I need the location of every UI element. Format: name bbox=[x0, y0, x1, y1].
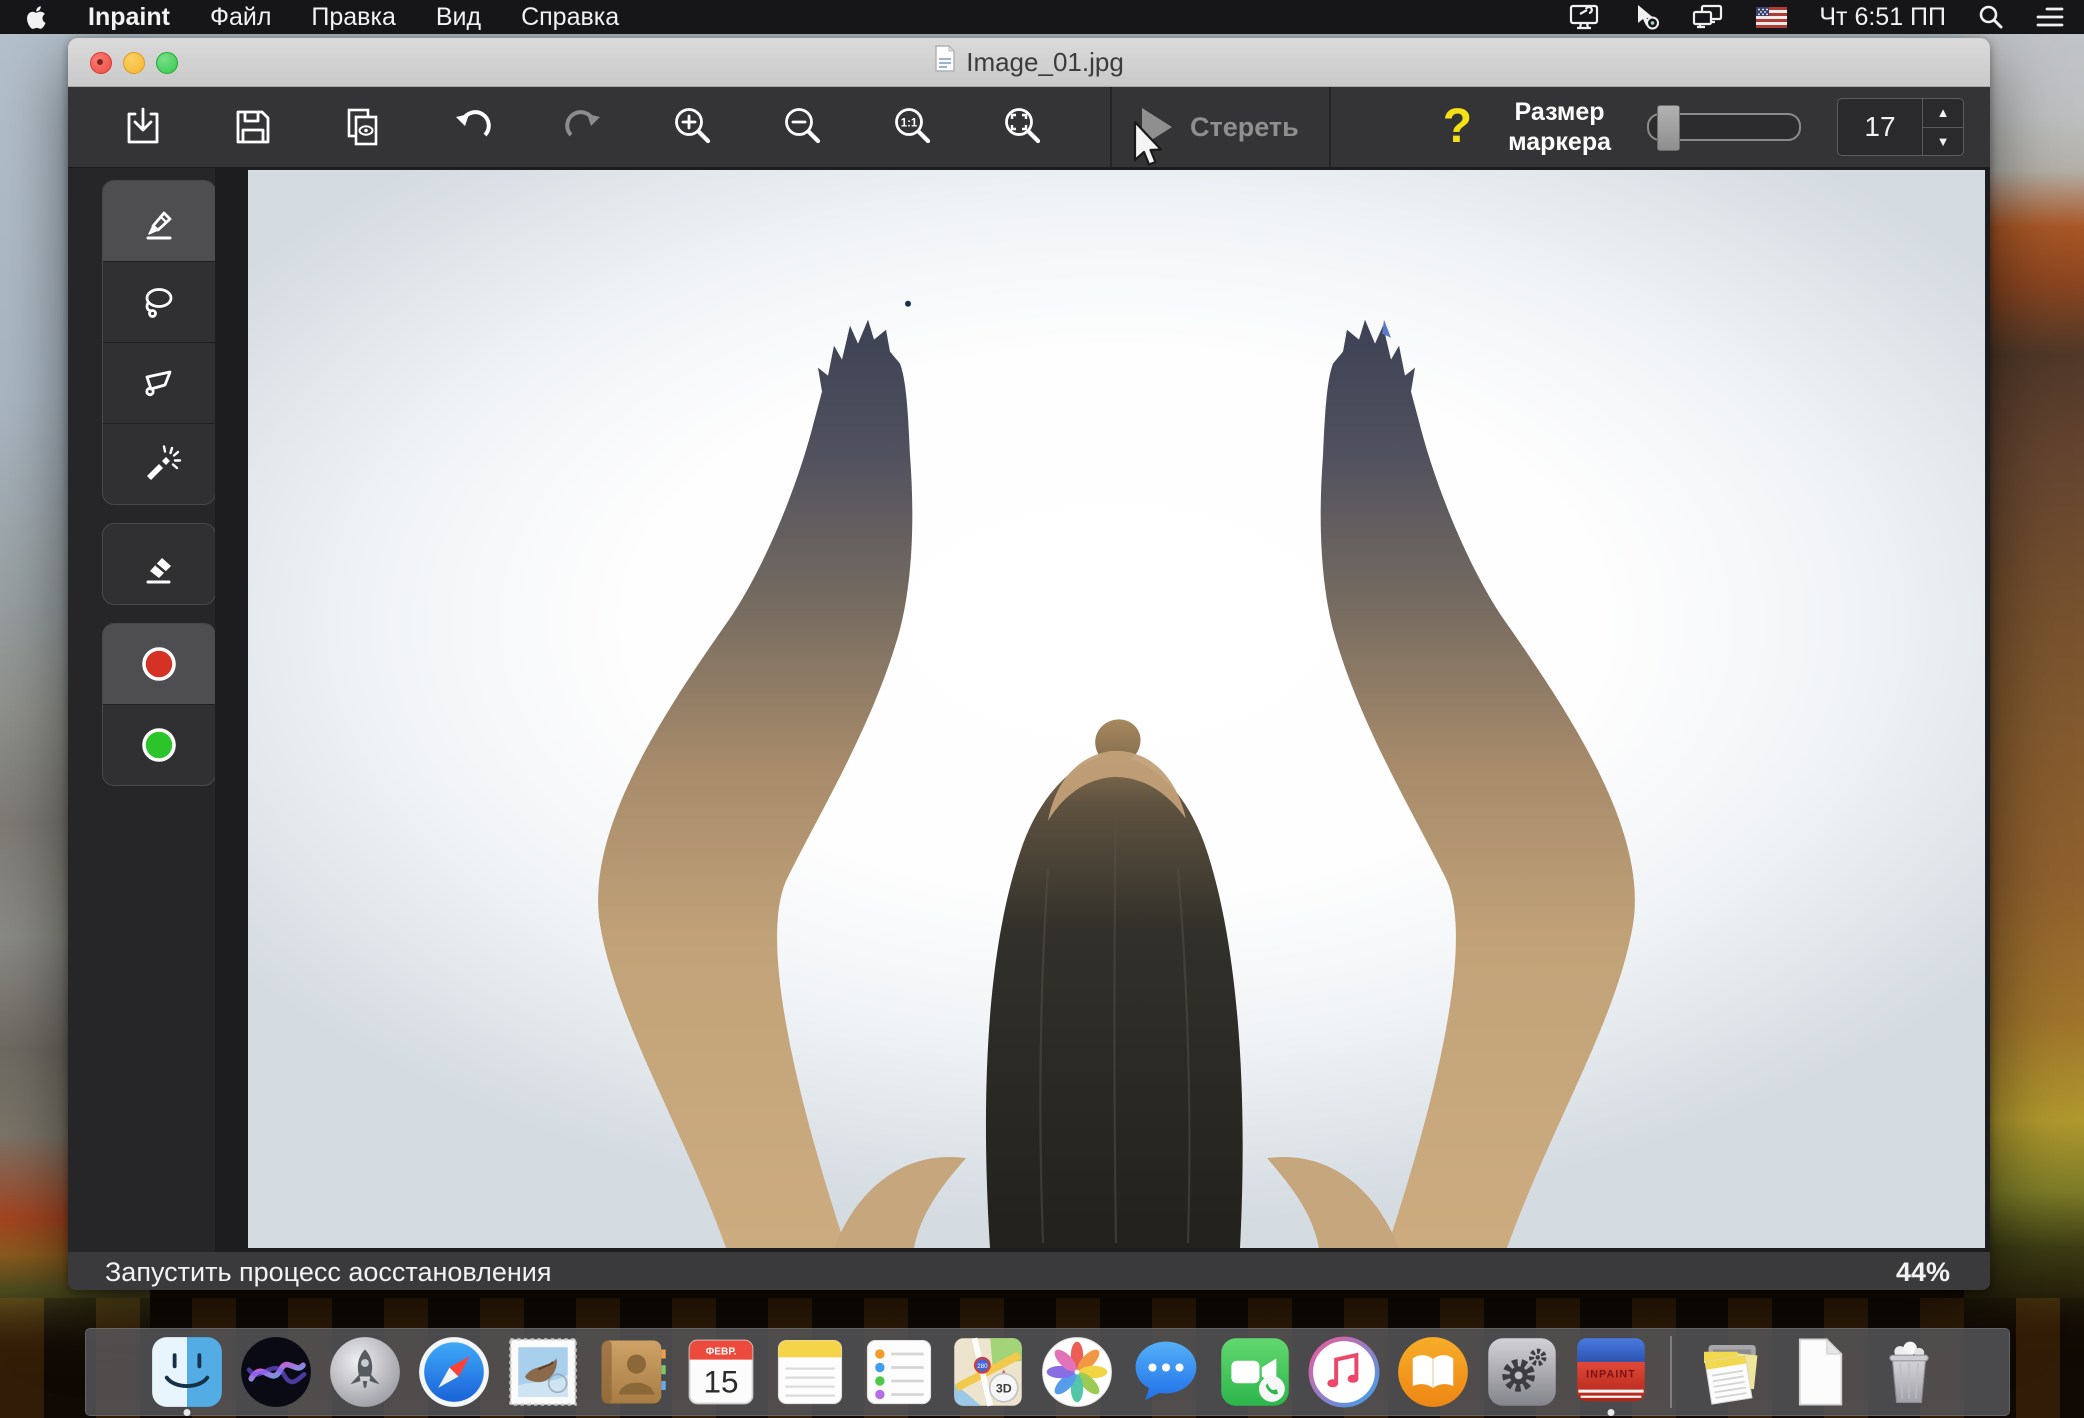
save-image-button[interactable] bbox=[230, 104, 276, 150]
desktop-screen: Inpaint Файл Правка Вид Справка bbox=[0, 0, 2084, 1418]
svg-text:1:1: 1:1 bbox=[901, 118, 918, 130]
photo-image[interactable] bbox=[248, 170, 1985, 1248]
close-button[interactable] bbox=[90, 52, 112, 74]
marker-size-spinner[interactable]: 17 ▲ ▼ bbox=[1837, 98, 1964, 156]
running-indicator bbox=[1607, 1409, 1614, 1416]
remote-display-icon[interactable] bbox=[1568, 3, 1600, 31]
zoom-level: 44% bbox=[1896, 1257, 1950, 1288]
help-button[interactable]: ? bbox=[1443, 103, 1472, 151]
dock: ФЕВР. 15 bbox=[85, 1328, 2010, 1416]
zoom-in-button[interactable] bbox=[670, 104, 716, 150]
dock-item-siri[interactable] bbox=[238, 1334, 314, 1410]
inpaint-window: Image_01.jpg bbox=[68, 38, 1990, 1290]
dock-item-trash[interactable] bbox=[1871, 1334, 1947, 1410]
window-titlebar[interactable]: Image_01.jpg bbox=[68, 38, 1990, 87]
window-title: Image_01.jpg bbox=[966, 47, 1124, 78]
red-mask-color-button[interactable] bbox=[103, 624, 215, 705]
toolbar-separator bbox=[1329, 87, 1331, 167]
dock-item-finder[interactable] bbox=[149, 1334, 225, 1410]
dock-item-document[interactable] bbox=[1782, 1334, 1858, 1410]
minimize-button[interactable] bbox=[123, 52, 145, 74]
tool-sidebar bbox=[68, 168, 215, 1252]
mouse-cursor bbox=[1132, 120, 1166, 173]
preview-copy-button[interactable] bbox=[340, 104, 386, 150]
menu-edit[interactable]: Правка bbox=[311, 3, 395, 32]
dock-item-calendar[interactable]: ФЕВР. 15 bbox=[683, 1334, 759, 1410]
dock-item-contacts[interactable] bbox=[594, 1334, 670, 1410]
magic-wand-tool-button[interactable] bbox=[103, 424, 215, 504]
spotlight-search-icon[interactable] bbox=[1978, 4, 2004, 30]
erase-button-label: Стереть bbox=[1190, 112, 1299, 143]
redo-button[interactable] bbox=[560, 104, 606, 150]
dock-item-notes[interactable] bbox=[772, 1334, 848, 1410]
maps-3d-label: 3D bbox=[995, 1381, 1011, 1395]
dock-item-photos[interactable] bbox=[1039, 1334, 1115, 1410]
menubar-clock[interactable]: Чт 6:51 ПП bbox=[1819, 3, 1946, 32]
toolbar: 1:1 Стереть ? bbox=[68, 87, 1990, 168]
maps-shield-label: 280 bbox=[977, 1363, 988, 1370]
dock-item-stickies[interactable] bbox=[1693, 1334, 1769, 1410]
dock-item-inpaint[interactable]: INPAINT bbox=[1573, 1334, 1649, 1410]
us-flag-icon[interactable] bbox=[1756, 7, 1787, 28]
editor-canvas[interactable] bbox=[215, 168, 1990, 1252]
undo-button[interactable] bbox=[450, 104, 496, 150]
polygon-lasso-tool-button[interactable] bbox=[103, 343, 215, 424]
dock-item-reminders[interactable] bbox=[861, 1334, 937, 1410]
dock-item-ibooks[interactable] bbox=[1395, 1334, 1471, 1410]
marker-tool-button[interactable] bbox=[103, 181, 215, 262]
dock-item-launchpad[interactable] bbox=[327, 1334, 403, 1410]
menubar-app-name[interactable]: Inpaint bbox=[88, 3, 170, 32]
menu-help[interactable]: Справка bbox=[521, 3, 619, 32]
green-mask-color-button[interactable] bbox=[103, 705, 215, 785]
zoom-fit-screen-button[interactable] bbox=[1000, 104, 1046, 150]
spinner-up-button[interactable]: ▲ bbox=[1922, 98, 1964, 127]
calendar-day-label: 15 bbox=[703, 1363, 738, 1399]
dock-separator bbox=[1670, 1336, 1672, 1408]
menu-file[interactable]: Файл bbox=[210, 3, 271, 32]
dock-item-mail[interactable] bbox=[505, 1334, 581, 1410]
notification-center-icon[interactable] bbox=[2036, 4, 2064, 30]
document-icon bbox=[934, 45, 956, 79]
menu-bar: Inpaint Файл Правка Вид Справка bbox=[0, 0, 2084, 34]
status-bar: Запустить процесс аосстановления 44% bbox=[68, 1252, 1990, 1290]
slider-thumb[interactable] bbox=[1657, 105, 1680, 151]
dock-item-itunes[interactable] bbox=[1306, 1334, 1382, 1410]
apple-menu-icon[interactable] bbox=[22, 2, 48, 32]
running-indicator bbox=[183, 1409, 190, 1416]
marker-size-label: Размер маркера bbox=[1508, 97, 1611, 157]
spinner-down-button[interactable]: ▼ bbox=[1922, 127, 1964, 157]
calendar-month-label: ФЕВР. bbox=[705, 1347, 736, 1358]
dock-item-safari[interactable] bbox=[416, 1334, 492, 1410]
dock-item-messages[interactable] bbox=[1128, 1334, 1204, 1410]
dock-item-facetime[interactable] bbox=[1217, 1334, 1293, 1410]
marker-size-value[interactable]: 17 bbox=[1837, 98, 1922, 156]
dock-item-maps[interactable]: 280 3D bbox=[950, 1334, 1026, 1410]
eraser-tool-button[interactable] bbox=[103, 524, 215, 604]
zoom-window-button[interactable] bbox=[156, 52, 178, 74]
menu-view[interactable]: Вид bbox=[436, 3, 481, 32]
status-hint: Запустить процесс аосстановления bbox=[105, 1257, 552, 1288]
open-image-button[interactable] bbox=[120, 104, 166, 150]
dock-item-system-preferences[interactable] bbox=[1484, 1334, 1560, 1410]
photo-figure bbox=[248, 170, 1985, 1248]
display-mirroring-icon[interactable] bbox=[1692, 3, 1724, 31]
marker-size-slider[interactable] bbox=[1647, 113, 1801, 141]
zoom-actual-size-button[interactable]: 1:1 bbox=[890, 104, 936, 150]
inpaint-icon-label: INPAINT bbox=[1586, 1369, 1636, 1381]
remote-cursor-icon[interactable] bbox=[1632, 3, 1660, 31]
lasso-tool-button[interactable] bbox=[103, 262, 215, 343]
zoom-out-button[interactable] bbox=[780, 104, 826, 150]
